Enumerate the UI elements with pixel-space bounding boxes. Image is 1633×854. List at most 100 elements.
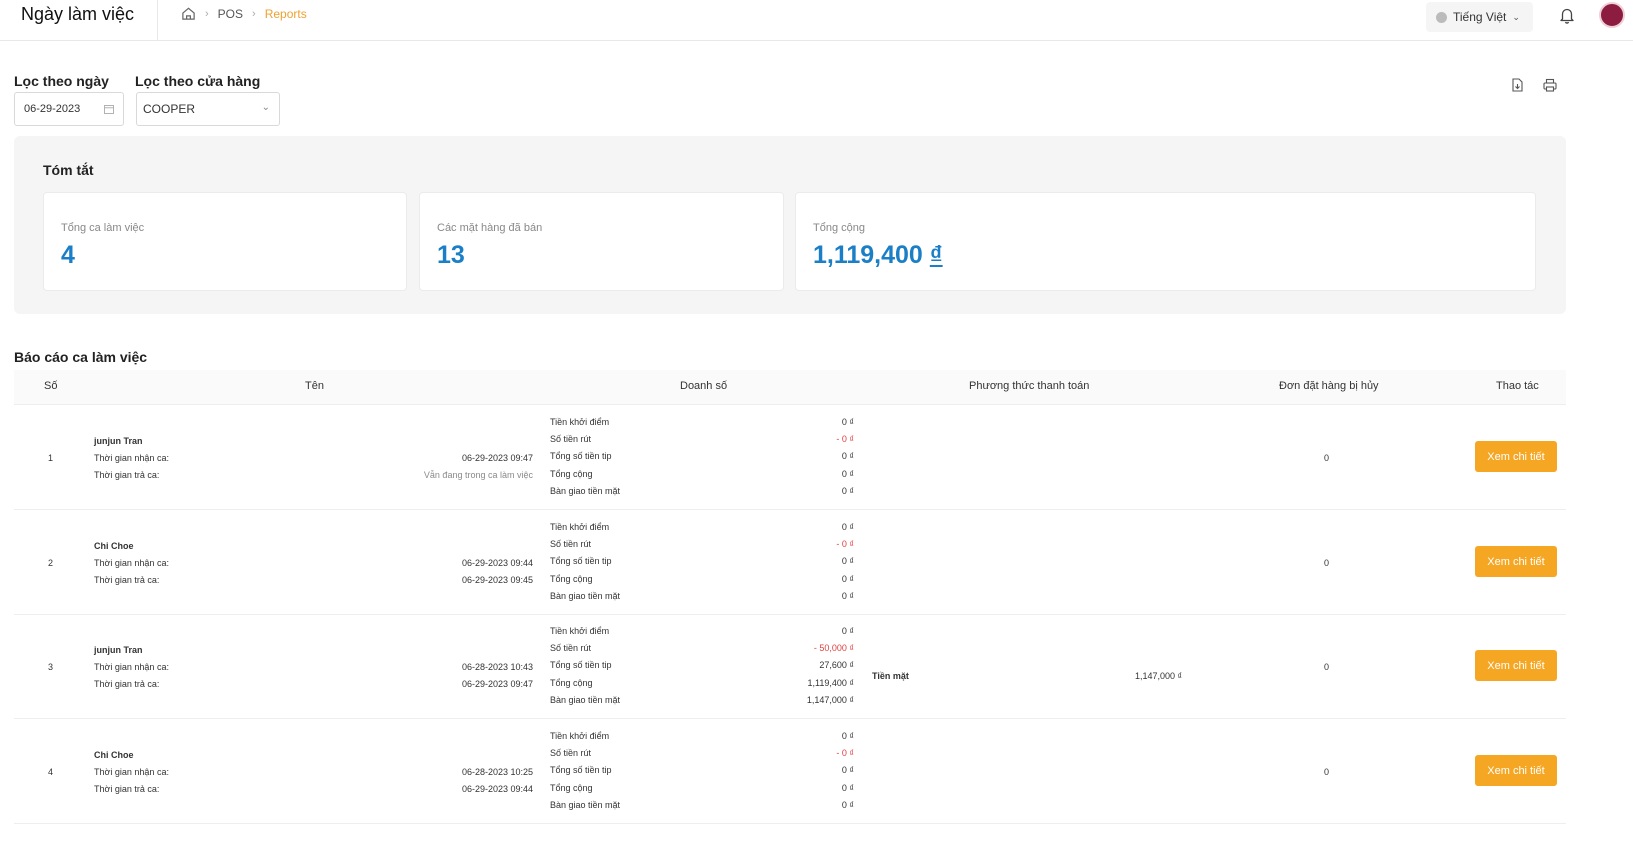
cancelled-orders: 0	[1324, 662, 1330, 672]
revenue-label: Tổng cộng	[550, 574, 593, 584]
revenue-value: 0 ₫	[841, 731, 854, 741]
view-details-button[interactable]: Xem chi tiết	[1475, 755, 1557, 786]
store-select[interactable]: COOPER ⌄	[136, 92, 280, 126]
home-icon[interactable]	[181, 6, 196, 21]
revenue-value: 0 ₫	[841, 486, 854, 496]
revenue-value: 1,147,000 ₫	[806, 695, 854, 705]
revenue-label: Bàn giao tiền mặt	[550, 591, 621, 601]
row-number: 2	[48, 558, 54, 568]
revenue-label: Tổng số tiền tip	[550, 556, 612, 566]
store-value: COOPER	[143, 102, 196, 116]
table-row: 2 Chi Choe Thời gian nhận ca: Thời gian trả…	[14, 510, 1566, 615]
view-details-button[interactable]: Xem chi tiết	[1475, 650, 1557, 681]
revenue-label: Tổng số tiền tip	[550, 765, 612, 775]
revenue-label: Tổng số tiền tip	[550, 660, 612, 670]
language-flag-icon	[1436, 11, 1447, 23]
revenue-value: 0 ₫	[841, 417, 854, 427]
payment-amount: 1,147,000 ₫	[1135, 671, 1183, 681]
report-title: Báo cáo ca làm việc	[14, 349, 148, 365]
date-filter-label: Lọc theo ngày	[14, 73, 109, 89]
breadcrumb-pos[interactable]: POS	[218, 7, 243, 21]
revenue-value: - 0 ₫	[836, 748, 854, 758]
shift-start-time: 06-29-2023 09:44	[461, 558, 533, 568]
breadcrumb: › POS › Reports	[181, 6, 307, 21]
card-total-shifts: Tổng ca làm việc 4	[43, 192, 407, 291]
revenue-value: 0 ₫	[841, 451, 854, 461]
currency-symbol: ₫	[929, 241, 943, 269]
revenue-value: 0 ₫	[841, 574, 854, 584]
shift-start-time: 06-28-2023 10:43	[461, 662, 533, 672]
card-value: 4	[61, 241, 75, 269]
chevron-down-icon: ⌄	[261, 102, 270, 113]
revenue-value: 1,119,400 ₫	[807, 678, 855, 688]
date-picker[interactable]: 06-29-2023	[14, 92, 124, 126]
revenue-value: 0 ₫	[841, 800, 854, 810]
shift-end-label: Thời gian trả ca:	[94, 575, 160, 585]
breadcrumb-reports[interactable]: Reports	[265, 7, 307, 21]
print-icon[interactable]	[1543, 78, 1557, 92]
card-label: Tổng ca làm việc	[61, 222, 145, 234]
download-icon[interactable]	[1510, 78, 1524, 92]
revenue-value: 0 ₫	[841, 783, 854, 793]
revenue-label: Tiền khởi điểm	[550, 417, 610, 427]
view-details-button[interactable]: Xem chi tiết	[1475, 546, 1557, 577]
card-label: Tổng cộng	[813, 222, 865, 234]
revenue-value: 0 ₫	[841, 626, 854, 636]
column-header-name: Tên	[305, 380, 324, 392]
card-value: 13	[437, 241, 465, 269]
table-row: 1 junjun Tran Thời gian nhận ca: Thời gian …	[14, 405, 1566, 510]
shift-start-time: 06-29-2023 09:47	[461, 453, 533, 463]
column-header-payment: Phương thức thanh toán	[969, 380, 1090, 392]
summary-title: Tóm tắt	[43, 162, 94, 178]
shift-end-time: Vẫn đang trong ca làm việc	[423, 470, 533, 480]
row-number: 3	[48, 662, 54, 672]
revenue-value: 0 ₫	[841, 591, 854, 601]
language-selector[interactable]: Tiếng Việt ⌄	[1426, 2, 1533, 32]
shift-end-time: 06-29-2023 09:44	[461, 784, 533, 794]
employee-name: junjun Tran	[94, 436, 143, 446]
revenue-label: Bàn giao tiền mặt	[550, 486, 621, 496]
store-filter-label: Lọc theo cửa hàng	[135, 73, 261, 89]
card-label: Các mặt hàng đã bán	[437, 222, 543, 234]
revenue-label: Tổng cộng	[550, 783, 593, 793]
header-divider	[157, 0, 158, 40]
shift-start-label: Thời gian nhận ca:	[94, 767, 169, 777]
employee-name: Chi Choe	[94, 750, 134, 760]
revenue-label: Số tiền rút	[550, 434, 592, 444]
table-header: Số Tên Doanh số Phương thức thanh toán Đ…	[14, 370, 1566, 405]
revenue-value: 0 ₫	[841, 765, 854, 775]
revenue-label: Tiền khởi điểm	[550, 522, 610, 532]
chevron-down-icon: ⌄	[1512, 11, 1520, 22]
employee-name: Chi Choe	[94, 541, 134, 551]
revenue-value: 0 ₫	[841, 556, 854, 566]
column-header-actions: Thao tác	[1496, 380, 1539, 392]
shift-start-label: Thời gian nhận ca:	[94, 558, 169, 568]
summary-panel: Tóm tắt Tổng ca làm việc 4 Các mặt hàng …	[14, 136, 1566, 314]
avatar[interactable]	[1599, 2, 1625, 28]
breadcrumb-separator: ›	[205, 7, 209, 20]
shift-end-label: Thời gian trả ca:	[94, 784, 160, 794]
card-items-sold: Các mặt hàng đã bán 13	[419, 192, 784, 291]
shift-end-label: Thời gian trả ca:	[94, 470, 160, 480]
revenue-label: Số tiền rút	[550, 643, 592, 653]
revenue-label: Tổng số tiền tip	[550, 451, 612, 461]
revenue-label: Bàn giao tiền mặt	[550, 800, 621, 810]
calendar-icon	[104, 105, 114, 114]
revenue-label: Tổng cộng	[550, 678, 593, 688]
payment-method: Tiền mặt	[872, 671, 909, 681]
revenue-label: Số tiền rút	[550, 539, 592, 549]
bell-icon[interactable]	[1558, 6, 1576, 24]
revenue-value: 0 ₫	[841, 469, 854, 479]
revenue-label: Tổng cộng	[550, 469, 593, 479]
breadcrumb-separator: ›	[252, 7, 256, 20]
revenue-value: - 50,000 ₫	[813, 643, 854, 653]
shift-start-label: Thời gian nhận ca:	[94, 662, 169, 672]
view-details-button[interactable]: Xem chi tiết	[1475, 441, 1557, 472]
table-row: 3 junjun Tran Thời gian nhận ca: Thời gian …	[14, 614, 1566, 719]
card-grand-total: Tổng cộng 1,119,400 ₫	[795, 192, 1536, 291]
shift-start-label: Thời gian nhận ca:	[94, 453, 169, 463]
shift-end-time: 06-29-2023 09:47	[461, 679, 533, 689]
revenue-label: Tiền khởi điểm	[550, 626, 610, 636]
shift-end-time: 06-29-2023 09:45	[461, 575, 533, 585]
cancelled-orders: 0	[1324, 767, 1330, 777]
